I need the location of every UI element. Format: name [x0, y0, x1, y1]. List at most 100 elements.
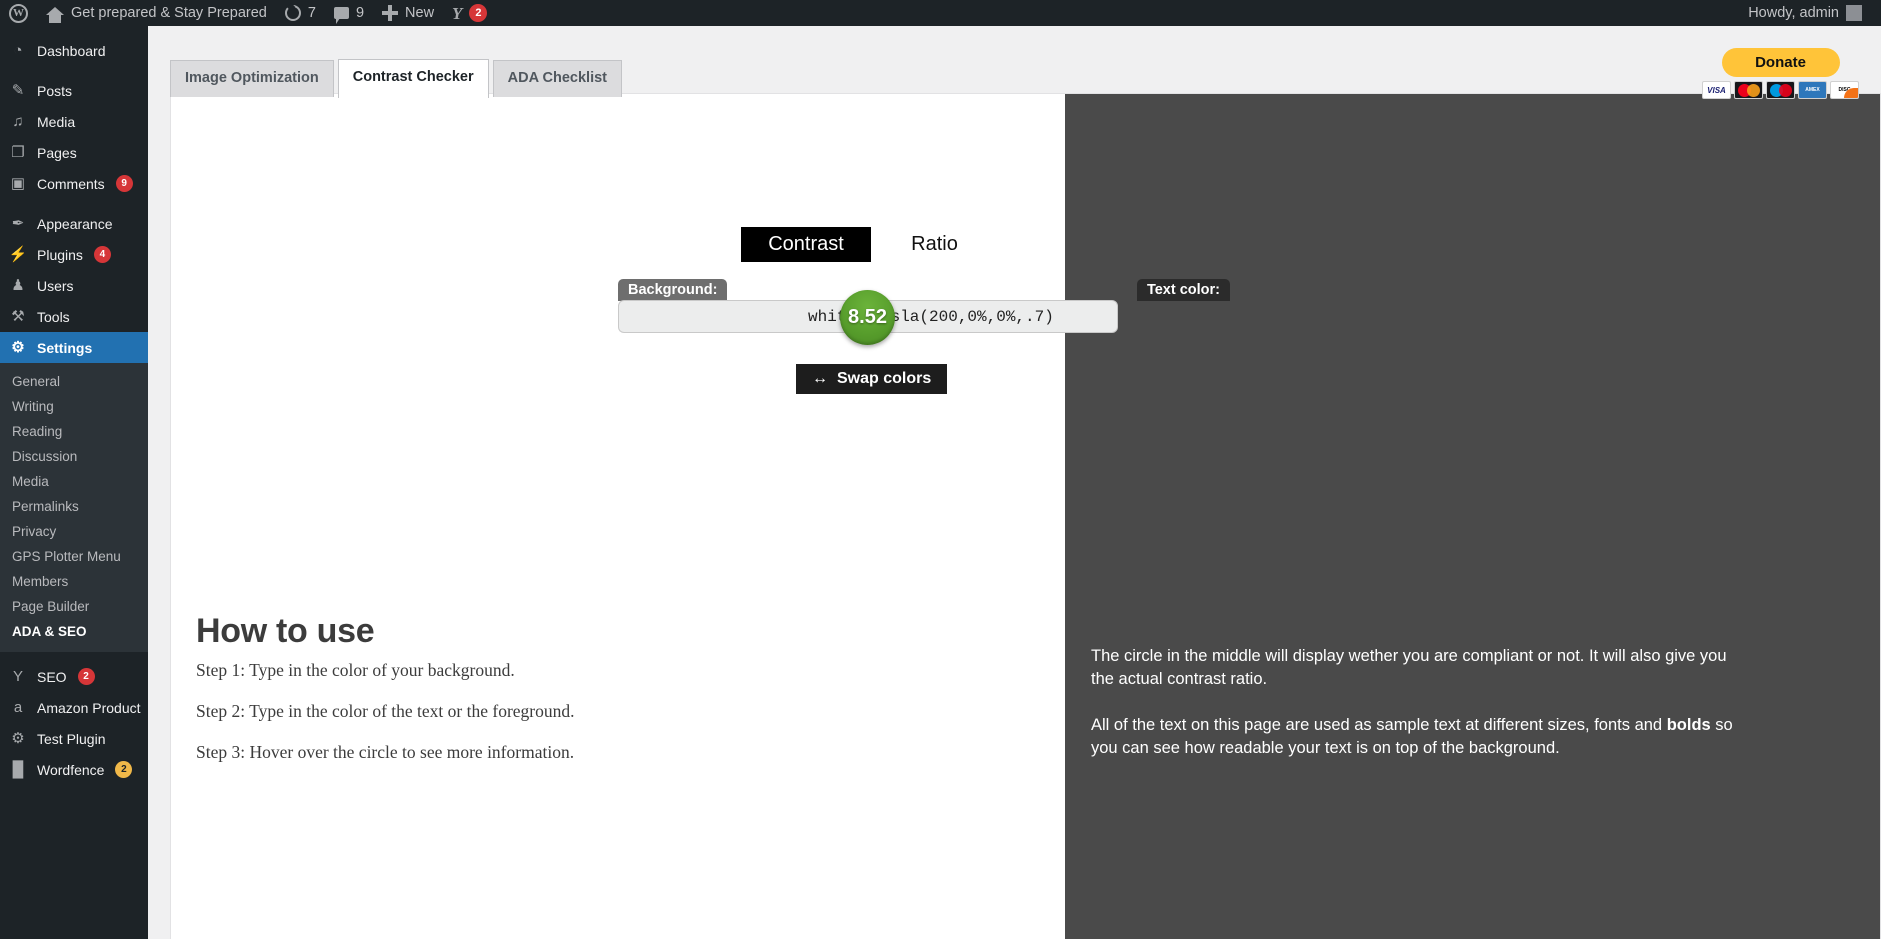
dark-panel-copy: The circle in the middle will display we…	[1091, 645, 1751, 783]
tab-ada-checklist[interactable]: ADA Checklist	[492, 60, 623, 98]
media-icon: ♫	[12, 113, 24, 130]
comments-count: 9	[355, 5, 365, 21]
wrench-icon: ⚒	[11, 308, 25, 325]
amex-card-icon: AMEX	[1798, 81, 1827, 99]
updates-count: 7	[307, 5, 316, 21]
title-ratio: Ratio	[871, 227, 998, 262]
new-content-menu[interactable]: New	[373, 0, 443, 26]
yoast-seo-menu[interactable]: Y 2	[443, 0, 496, 26]
donate-button[interactable]: Donate	[1721, 48, 1840, 77]
sidebar-item-appearance[interactable]: ✒ Appearance	[0, 208, 148, 239]
sidebar-item-seo[interactable]: Y SEO 2	[0, 661, 148, 692]
text-color-label: Text color:	[1136, 279, 1230, 301]
maestro-card-icon	[1766, 81, 1795, 99]
visa-card-icon: VISA	[1702, 81, 1731, 99]
sidebar-item-label: Dashboard	[37, 42, 106, 59]
yoast-badge: 2	[469, 4, 488, 22]
dark-paragraph-2-part-a: All of the text on this page are used as…	[1091, 715, 1667, 734]
settings-sliders-icon: ⚙	[11, 339, 25, 356]
how-to-step-2: Step 2: Type in the color of the text or…	[196, 701, 575, 721]
sidebar-item-label: Users	[37, 277, 74, 294]
comments-icon: ▣	[10, 175, 26, 192]
background-label: Background:	[618, 279, 728, 301]
submenu-item-page-builder[interactable]: Page Builder	[0, 594, 148, 619]
sidebar-item-test-plugin[interactable]: ⚙ Test Plugin	[0, 723, 148, 754]
new-label: New	[405, 5, 435, 21]
updates-icon	[284, 5, 301, 21]
sidebar-item-badge: 4	[93, 246, 111, 263]
menu-separator	[0, 66, 148, 75]
avatar	[1846, 5, 1862, 21]
user-icon: ♟	[11, 277, 25, 294]
dark-paragraph-2: All of the text on this page are used as…	[1091, 714, 1751, 761]
sidebar-item-comments[interactable]: ▣ Comments 9	[0, 168, 148, 199]
sidebar-item-pages[interactable]: ❐ Pages	[0, 137, 148, 168]
amazon-icon: a	[13, 699, 23, 716]
sidebar-item-posts[interactable]: ✎ Posts	[0, 75, 148, 106]
swap-colors-label: Swap colors	[837, 370, 932, 387]
pages-icon: ❐	[11, 144, 25, 161]
sidebar-item-plugins[interactable]: ⚡ Plugins 4	[0, 239, 148, 270]
sidebar-item-label: Wordfence	[37, 761, 105, 778]
submenu-item-media[interactable]: Media	[0, 469, 148, 494]
dark-paragraph-1: The circle in the middle will display we…	[1091, 647, 1727, 689]
submenu-item-permalinks[interactable]: Permalinks	[0, 494, 148, 519]
how-to-use-heading: How to use	[196, 612, 375, 650]
submenu-item-reading[interactable]: Reading	[0, 419, 148, 444]
menu-separator	[0, 652, 148, 661]
accepted-cards-row: VISA AMEX DISC	[1702, 81, 1859, 99]
main-content-area: Donate VISA AMEX DISC Image Optimization…	[148, 26, 1881, 939]
submenu-item-privacy[interactable]: Privacy	[0, 519, 148, 544]
sidebar-item-label-settings: Settings	[37, 339, 93, 356]
swap-colors-button[interactable]: ↔ Swap colors	[796, 364, 948, 394]
submenu-item-writing[interactable]: Writing	[0, 394, 148, 419]
my-account-menu[interactable]: Howdy, admin	[1739, 0, 1871, 26]
gear-icon: ⚙	[11, 730, 25, 747]
comment-bubble-icon	[333, 7, 349, 24]
contrast-ratio-title: Contrast Ratio	[741, 227, 998, 262]
text-color-input[interactable]	[868, 300, 1118, 333]
sidebar-item-badge: 2	[115, 761, 133, 778]
discover-card-icon: DISC	[1830, 81, 1859, 99]
tab-contrast-checker[interactable]: Contrast Checker	[337, 59, 489, 99]
sidebar-group-core: ◔ Dashboard ✎ Posts ♫ Media ❐ Pages ▣ Comments 9 ✒ A…	[0, 35, 148, 332]
sidebar-item-label: Pages	[37, 144, 77, 161]
sidebar-item-label: Comments	[37, 175, 105, 192]
submenu-item-gps-plotter-menu[interactable]: GPS Plotter Menu	[0, 544, 148, 569]
home-icon	[46, 7, 64, 23]
sidebar-item-label: Amazon Product	[37, 699, 141, 716]
color-input-row: Background: Text color: 8.52	[618, 279, 1230, 349]
sidebar-item-label: Tools	[37, 308, 70, 325]
sidebar-item-media[interactable]: ♫ Media	[0, 106, 148, 137]
sidebar-item-wordfence[interactable]: █ Wordfence 2	[0, 754, 148, 785]
background-color-input[interactable]	[618, 300, 868, 333]
submenu-item-members[interactable]: Members	[0, 569, 148, 594]
updates-menu[interactable]: 7	[276, 0, 325, 26]
sidebar-item-label: Posts	[37, 82, 73, 99]
tab-image-optimization[interactable]: Image Optimization	[170, 60, 334, 98]
sidebar-item-label: Test Plugin	[37, 730, 106, 747]
sidebar-item-tools[interactable]: ⚒ Tools	[0, 301, 148, 332]
submenu-item-discussion[interactable]: Discussion	[0, 444, 148, 469]
submenu-item-ada-seo[interactable]: ADA & SEO	[0, 619, 148, 644]
sidebar-item-dashboard[interactable]: ◔ Dashboard	[0, 35, 148, 66]
contrast-checker-panel: Contrast Ratio Background: Text color: 8…	[170, 93, 1881, 939]
yoast-icon: Y	[12, 668, 23, 685]
mastercard-card-icon	[1734, 81, 1763, 99]
admin-bar: Get prepared & Stay Prepared 7 9 New Y 2…	[0, 0, 1881, 26]
comments-menu[interactable]: 9	[325, 0, 373, 26]
dashboard-icon: ◔	[13, 42, 23, 59]
sidebar-item-label: Plugins	[37, 246, 83, 263]
dark-preview-panel	[1065, 94, 1880, 939]
site-name-menu[interactable]: Get prepared & Stay Prepared	[37, 0, 276, 26]
wp-logo-menu[interactable]	[0, 0, 37, 26]
sidebar-item-amazon-product[interactable]: a Amazon Product	[0, 692, 148, 723]
submenu-item-general[interactable]: General	[0, 369, 148, 394]
sidebar-item-badge: 2	[77, 668, 95, 685]
site-name-label: Get prepared & Stay Prepared	[71, 5, 267, 21]
donate-widget: Donate VISA AMEX DISC	[1702, 48, 1859, 99]
contrast-ratio-circle[interactable]: 8.52	[840, 290, 895, 345]
sidebar-item-settings[interactable]: ⚙ Settings	[0, 332, 148, 363]
sidebar-item-users[interactable]: ♟ Users	[0, 270, 148, 301]
dark-paragraph-2-bold: bolds	[1666, 715, 1711, 734]
